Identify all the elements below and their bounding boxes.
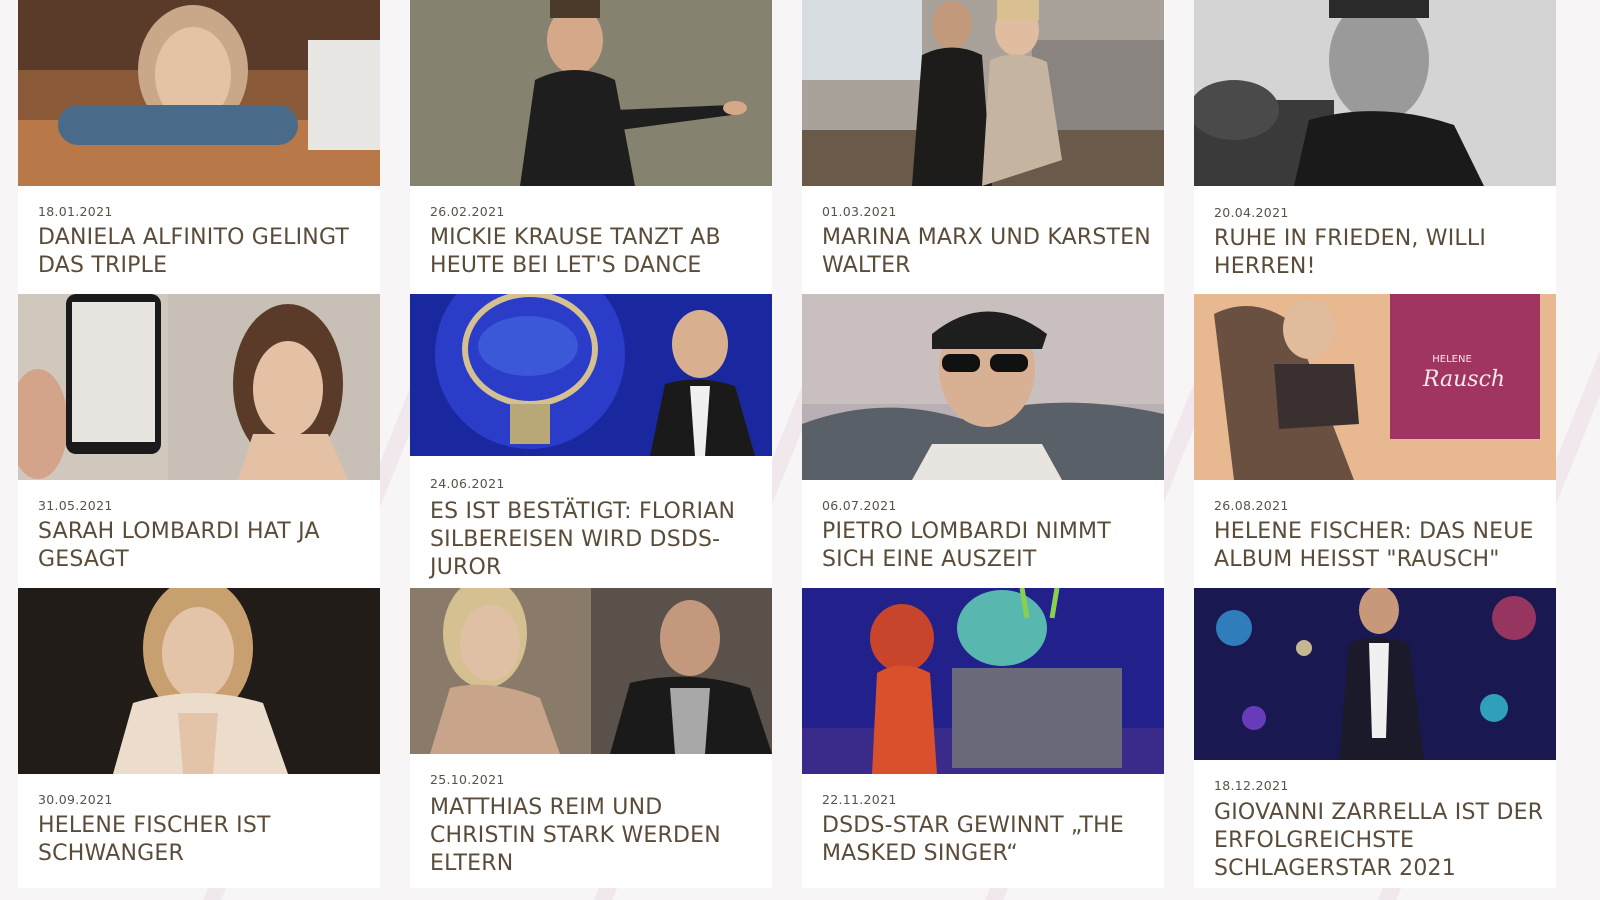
- masked-singer-photo[interactable]: [802, 588, 1164, 774]
- news-card[interactable]: 06.07.2021 PIETRO LOMBARDI NIMMT SICH EI…: [802, 294, 1164, 594]
- article-date: 31.05.2021: [38, 498, 113, 513]
- couple-on-couch-photo[interactable]: [802, 0, 1164, 186]
- news-card[interactable]: HELENE Rausch 26.08.2021 HELENE FISCHER:…: [1194, 294, 1556, 594]
- article-date: 18.01.2021: [38, 204, 113, 219]
- news-grid: 18.01.2021 DANIELA ALFINITO GELINGT DAS …: [0, 0, 1600, 900]
- superstar-trophy-photo[interactable]: [410, 294, 772, 456]
- album-cover-photo[interactable]: HELENE Rausch: [1194, 294, 1556, 480]
- article-title[interactable]: HELENE FISCHER IST SCHWANGER: [38, 812, 368, 868]
- man-leather-jacket-photo[interactable]: [410, 0, 772, 186]
- article-date: 01.03.2021: [822, 204, 897, 219]
- woman-with-phone-photo[interactable]: [18, 294, 380, 480]
- article-title[interactable]: MATTHIAS REIM UND CHRISTIN STARK WERDEN …: [430, 794, 760, 878]
- news-card[interactable]: 24.06.2021 ES IST BESTÄTIGT: FLORIAN SIL…: [410, 294, 772, 594]
- news-card[interactable]: 30.09.2021 HELENE FISCHER IST SCHWANGER: [18, 588, 380, 888]
- article-date: 26.02.2021: [430, 204, 505, 219]
- black-white-portrait-photo[interactable]: [1194, 0, 1556, 186]
- article-title[interactable]: RUHE IN FRIEDEN, WILLI HERREN!: [1214, 225, 1544, 281]
- news-card[interactable]: 26.02.2021 MICKIE KRAUSE TANZT AB HEUTE …: [410, 0, 772, 300]
- article-title[interactable]: MARINA MARX UND KARSTEN WALTER: [822, 224, 1152, 280]
- article-date: 24.06.2021: [430, 476, 505, 491]
- article-date: 22.11.2021: [822, 792, 897, 807]
- news-card[interactable]: 31.05.2021 SARAH LOMBARDI HAT JA GESAGT: [18, 294, 380, 594]
- article-title[interactable]: MICKIE KRAUSE TANZT AB HEUTE BEI LET'S D…: [430, 224, 760, 280]
- article-title[interactable]: HELENE FISCHER: DAS NEUE ALBUM HEISST "R…: [1214, 518, 1544, 574]
- article-date: 06.07.2021: [822, 498, 897, 513]
- news-card[interactable]: 22.11.2021 DSDS-STAR GEWINNT „THE MASKED…: [802, 588, 1164, 888]
- article-date: 26.08.2021: [1214, 498, 1289, 513]
- man-with-cap-photo[interactable]: [802, 294, 1164, 480]
- news-card[interactable]: 20.04.2021 RUHE IN FRIEDEN, WILLI HERREN…: [1194, 0, 1556, 300]
- article-title[interactable]: PIETRO LOMBARDI NIMMT SICH EINE AUSZEIT: [822, 518, 1152, 574]
- news-card[interactable]: 01.03.2021 MARINA MARX UND KARSTEN WALTE…: [802, 0, 1164, 300]
- woman-portrait-dark-photo[interactable]: [18, 588, 380, 774]
- news-card[interactable]: 18.01.2021 DANIELA ALFINITO GELINGT DAS …: [18, 0, 380, 300]
- article-title[interactable]: SARAH LOMBARDI HAT JA GESAGT: [38, 518, 368, 574]
- man-on-stage-photo[interactable]: [1194, 588, 1556, 760]
- news-card[interactable]: 18.12.2021 GIOVANNI ZARRELLA IST DER ERF…: [1194, 588, 1556, 888]
- article-date: 18.12.2021: [1214, 778, 1289, 793]
- article-date: 20.04.2021: [1214, 205, 1289, 220]
- article-date: 25.10.2021: [430, 772, 505, 787]
- news-card[interactable]: 25.10.2021 MATTHIAS REIM UND CHRISTIN ST…: [410, 588, 772, 888]
- couple-split-photo[interactable]: [410, 588, 772, 754]
- article-title[interactable]: DSDS-STAR GEWINNT „THE MASKED SINGER“: [822, 812, 1152, 868]
- article-date: 30.09.2021: [38, 792, 113, 807]
- woman-on-sofa-photo[interactable]: [18, 0, 380, 186]
- article-title[interactable]: GIOVANNI ZARRELLA IST DER ERFOLGREICHSTE…: [1214, 799, 1544, 883]
- album-title-text: Rausch: [1422, 367, 1505, 392]
- album-artist-text: HELENE: [1432, 354, 1472, 365]
- article-title[interactable]: DANIELA ALFINITO GELINGT DAS TRIPLE: [38, 224, 368, 280]
- article-title[interactable]: ES IST BESTÄTIGT: FLORIAN SILBEREISEN WI…: [430, 498, 760, 582]
